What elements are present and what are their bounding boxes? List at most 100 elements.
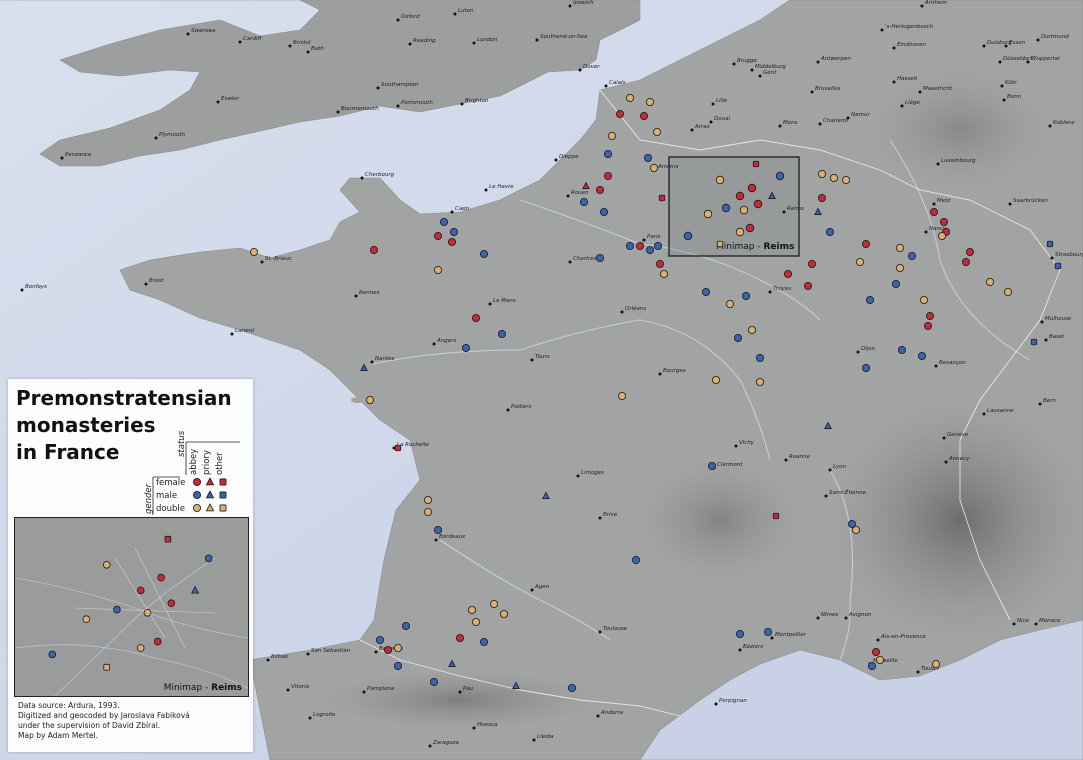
monastery-marker[interactable] (876, 656, 885, 665)
legend-double-abbey-symbol[interactable] (192, 504, 201, 513)
monastery-marker[interactable] (369, 245, 378, 254)
monastery-marker[interactable] (608, 131, 617, 140)
minimap-monastery-marker[interactable] (113, 605, 121, 614)
monastery-marker[interactable] (604, 149, 613, 158)
monastery-marker[interactable] (830, 173, 839, 182)
monastery-marker[interactable] (429, 678, 438, 687)
monastery-marker[interactable] (604, 171, 613, 180)
monastery-marker[interactable] (471, 313, 480, 322)
monastery-marker[interactable] (1004, 287, 1013, 296)
minimap-monastery-marker[interactable] (136, 644, 145, 652)
monastery-marker[interactable] (808, 259, 817, 268)
monastery-marker[interactable] (872, 648, 881, 657)
monastery-marker[interactable] (646, 98, 655, 107)
monastery-marker[interactable] (756, 377, 765, 386)
legend-double-priory-symbol[interactable] (205, 503, 215, 512)
monastery-marker[interactable] (866, 295, 875, 304)
legend-male-other-symbol[interactable] (219, 491, 227, 499)
monastery-marker[interactable] (580, 197, 589, 206)
minimap-inset[interactable]: Minimap - Reims (14, 517, 249, 697)
monastery-marker[interactable] (636, 241, 645, 250)
monastery-marker[interactable] (1046, 240, 1054, 248)
monastery-marker[interactable] (804, 281, 813, 290)
monastery-marker[interactable] (842, 175, 851, 184)
monastery-marker[interactable] (918, 351, 927, 360)
monastery-marker[interactable] (986, 277, 995, 286)
monastery-marker[interactable] (626, 241, 635, 250)
monastery-marker[interactable] (660, 269, 669, 278)
monastery-marker[interactable] (862, 363, 871, 372)
monastery-marker[interactable] (499, 610, 508, 619)
monastery-marker[interactable] (467, 606, 476, 615)
monastery-marker[interactable] (753, 199, 763, 209)
monastery-marker[interactable] (908, 251, 917, 260)
monastery-marker[interactable] (433, 265, 442, 274)
monastery-marker[interactable] (383, 646, 392, 655)
monastery-marker[interactable] (735, 191, 745, 201)
monastery-marker[interactable] (423, 495, 432, 504)
minimap-monastery-marker[interactable] (102, 560, 111, 569)
monastery-marker[interactable] (896, 243, 905, 252)
monastery-marker[interactable] (712, 375, 721, 384)
monastery-marker[interactable] (747, 183, 757, 193)
monastery-marker[interactable] (497, 329, 506, 338)
monastery-marker[interactable] (739, 205, 749, 215)
monastery-marker[interactable] (640, 112, 649, 121)
monastery-marker[interactable] (1054, 262, 1062, 270)
monastery-marker[interactable] (818, 169, 827, 178)
monastery-marker[interactable] (716, 240, 724, 248)
monastery-marker[interactable] (932, 660, 941, 669)
monastery-marker[interactable] (600, 207, 609, 216)
monastery-marker[interactable] (940, 217, 949, 226)
monastery-marker[interactable] (616, 110, 625, 119)
minimap-monastery-marker[interactable] (167, 599, 176, 607)
monastery-marker[interactable] (702, 287, 711, 296)
minimap-monastery-marker[interactable] (48, 650, 57, 659)
monastery-marker[interactable] (745, 223, 755, 233)
monastery-marker[interactable] (489, 600, 498, 609)
monastery-marker[interactable] (862, 239, 871, 248)
monastery-marker[interactable] (393, 644, 402, 653)
monastery-marker[interactable] (736, 630, 745, 639)
monastery-marker[interactable] (632, 556, 641, 565)
monastery-marker[interactable] (756, 353, 765, 362)
monastery-marker[interactable] (721, 203, 731, 213)
monastery-marker[interactable] (708, 461, 717, 470)
monastery-marker[interactable] (848, 520, 857, 529)
monastery-marker[interactable] (394, 444, 402, 452)
monastery-marker[interactable] (892, 279, 901, 288)
monastery-marker[interactable] (784, 269, 793, 278)
monastery-marker[interactable] (924, 321, 933, 330)
minimap-monastery-marker[interactable] (157, 573, 165, 582)
monastery-marker[interactable] (375, 636, 384, 645)
monastery-marker[interactable] (1030, 338, 1038, 346)
monastery-marker[interactable] (479, 249, 488, 258)
monastery-marker[interactable] (868, 662, 877, 671)
monastery-marker[interactable] (644, 153, 653, 162)
monastery-marker[interactable] (703, 209, 713, 219)
monastery-marker[interactable] (618, 391, 627, 400)
legend-female-other-symbol[interactable] (219, 478, 227, 486)
monastery-marker[interactable] (423, 507, 432, 516)
monastery-marker[interactable] (775, 171, 785, 181)
minimap-monastery-marker[interactable] (136, 586, 145, 595)
monastery-marker[interactable] (856, 257, 865, 266)
monastery-marker[interactable] (449, 227, 458, 236)
monastery-marker[interactable] (658, 194, 666, 202)
minimap-monastery-marker[interactable] (143, 609, 152, 617)
monastery-marker[interactable] (626, 94, 635, 103)
monastery-marker[interactable] (826, 227, 835, 236)
legend-double-other-symbol[interactable] (219, 504, 227, 512)
monastery-marker[interactable] (455, 634, 464, 643)
monastery-marker[interactable] (683, 231, 693, 241)
monastery-marker[interactable] (653, 127, 662, 136)
monastery-marker[interactable] (433, 526, 442, 535)
monastery-marker[interactable] (650, 163, 659, 172)
monastery-marker[interactable] (596, 185, 605, 194)
monastery-marker[interactable] (447, 237, 456, 246)
monastery-marker[interactable] (818, 193, 827, 202)
minimap-monastery-marker[interactable] (153, 637, 162, 646)
minimap-monastery-marker[interactable] (82, 615, 91, 623)
legend-female-priory-symbol[interactable] (205, 477, 215, 486)
monastery-marker[interactable] (726, 299, 735, 308)
